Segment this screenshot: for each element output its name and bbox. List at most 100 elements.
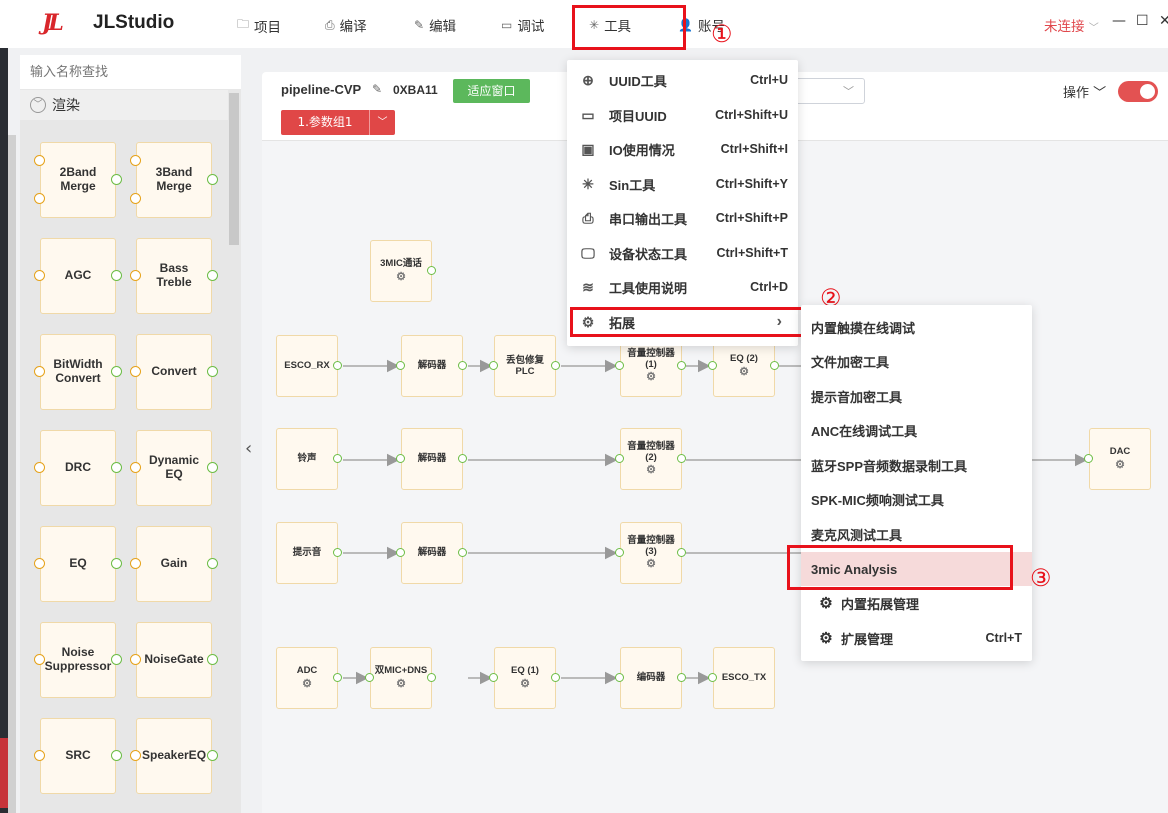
pipeline-node-enc[interactable]: 编码器 (620, 647, 682, 709)
input-port-icon[interactable] (130, 558, 141, 569)
input-port-icon[interactable] (615, 361, 624, 370)
output-port-icon[interactable] (111, 750, 122, 761)
component-block[interactable]: AGC (40, 238, 116, 314)
input-port-icon[interactable] (130, 462, 141, 473)
input-port-icon[interactable] (615, 673, 624, 682)
component-block[interactable]: SpeakerEQ (136, 718, 212, 794)
gear-icon[interactable]: ⚙ (739, 366, 749, 379)
output-port-icon[interactable] (111, 174, 122, 185)
operation-toggle[interactable] (1118, 81, 1158, 102)
input-port-icon[interactable] (396, 548, 405, 557)
input-port-icon[interactable] (130, 270, 141, 281)
pipeline-node-esco-rx[interactable]: ESCO_RX (276, 335, 338, 397)
collapse-sidebar-icon[interactable]: ‹ (245, 438, 252, 459)
input-port-icon[interactable] (615, 454, 624, 463)
output-port-icon[interactable] (207, 174, 218, 185)
input-port-icon[interactable] (34, 654, 45, 665)
menu-compile[interactable]: ⎙ 编译 (325, 15, 367, 36)
component-block[interactable]: SRC (40, 718, 116, 794)
chevron-down-icon[interactable]: ﹀ (369, 110, 395, 135)
tools-menu-item[interactable]: ▭ 项目UUID Ctrl+Shift+U (567, 98, 798, 132)
pipeline-node-adc[interactable]: ADC ⚙ (276, 647, 338, 709)
input-port-icon[interactable] (34, 366, 45, 377)
input-port-icon[interactable] (396, 454, 405, 463)
gear-icon[interactable]: ⚙ (646, 558, 656, 571)
input-port-icon[interactable] (34, 270, 45, 281)
tools-menu-item[interactable]: 🖵 设备状态工具 Ctrl+Shift+T (567, 236, 798, 270)
output-port-icon[interactable] (333, 548, 342, 557)
output-port-icon[interactable] (207, 366, 218, 377)
pipeline-node-dec3[interactable]: 解码器 (401, 522, 463, 584)
pencil-icon[interactable]: ✎ (372, 82, 382, 96)
category-render[interactable]: ﹀ 渲染 (20, 90, 228, 120)
extend-menu-item[interactable]: 蓝牙SPP音频数据录制工具 (801, 448, 1032, 482)
output-port-icon[interactable] (111, 462, 122, 473)
gear-icon[interactable]: ⚙ (646, 464, 656, 477)
tools-menu-item[interactable]: ≋ 工具使用说明 Ctrl+D (567, 270, 798, 304)
tools-menu-item[interactable]: ▣ IO使用情况 Ctrl+Shift+I (567, 132, 798, 166)
extend-menu-item[interactable]: 内置触摸在线调试 (801, 310, 1032, 344)
maximize-button[interactable]: ☐ (1136, 13, 1149, 29)
param-group-button[interactable]: 1.参数组1 ﹀ (281, 110, 395, 135)
input-port-icon[interactable] (615, 548, 624, 557)
component-search-input[interactable] (20, 55, 241, 89)
pipeline-node-mic3[interactable]: 3MIC通话 ⚙ (370, 240, 432, 302)
input-port-icon[interactable] (34, 155, 45, 166)
menu-project[interactable]: 🗀 项目 (237, 15, 281, 36)
pipeline-node-vol3[interactable]: 音量控制器 (3) ⚙ (620, 522, 682, 584)
input-port-icon[interactable] (489, 673, 498, 682)
pipeline-node-eq1[interactable]: EQ (1) ⚙ (494, 647, 556, 709)
connection-status[interactable]: 未连接 ﹀ (1044, 15, 1099, 35)
gear-icon[interactable]: ⚙ (396, 271, 406, 284)
tools-menu-item[interactable]: ⊕ UUID工具 Ctrl+U (567, 63, 798, 97)
component-block[interactable]: BitWidth Convert (40, 334, 116, 410)
output-port-icon[interactable] (207, 558, 218, 569)
input-port-icon[interactable] (1084, 454, 1093, 463)
pipeline-node-dec1[interactable]: 解码器 (401, 335, 463, 397)
output-port-icon[interactable] (333, 454, 342, 463)
tools-menu-item[interactable]: ✳ Sin工具 Ctrl+Shift+Y (567, 167, 798, 201)
component-block[interactable]: Bass Treble (136, 238, 212, 314)
gear-icon[interactable]: ⚙ (646, 371, 656, 384)
input-port-icon[interactable] (708, 361, 717, 370)
output-port-icon[interactable] (677, 548, 686, 557)
sidebar-scrollbar[interactable] (229, 93, 239, 245)
pipeline-node-dac[interactable]: DAC ⚙ (1089, 428, 1151, 490)
pipeline-node-vol2[interactable]: 音量控制器 (2) ⚙ (620, 428, 682, 490)
output-port-icon[interactable] (111, 366, 122, 377)
input-port-icon[interactable] (130, 654, 141, 665)
pipeline-node-esco-tx[interactable]: ESCO_TX (713, 647, 775, 709)
input-port-icon[interactable] (365, 673, 374, 682)
input-port-icon[interactable] (34, 750, 45, 761)
extend-menu-item[interactable]: ⚙ 内置拓展管理 (801, 586, 1032, 620)
component-block[interactable]: 2Band Merge (40, 142, 116, 218)
input-port-icon[interactable] (34, 558, 45, 569)
input-port-icon[interactable] (130, 750, 141, 761)
gear-icon[interactable]: ⚙ (1115, 459, 1125, 472)
output-port-icon[interactable] (677, 673, 686, 682)
output-port-icon[interactable] (458, 454, 467, 463)
pipeline-node-ring[interactable]: 铃声 (276, 428, 338, 490)
output-port-icon[interactable] (207, 750, 218, 761)
output-port-icon[interactable] (427, 266, 436, 275)
component-block[interactable]: NoiseGate (136, 622, 212, 698)
gear-icon[interactable]: ⚙ (396, 678, 406, 691)
output-port-icon[interactable] (458, 361, 467, 370)
output-port-icon[interactable] (333, 361, 342, 370)
operation-dropdown[interactable]: 操作 ﹀ (1063, 82, 1106, 101)
output-port-icon[interactable] (207, 270, 218, 281)
output-port-icon[interactable] (551, 361, 560, 370)
component-block[interactable]: DRC (40, 430, 116, 506)
output-port-icon[interactable] (333, 673, 342, 682)
extend-menu-item[interactable]: 提示音加密工具 (801, 379, 1032, 413)
pipeline-node-dns[interactable]: 双MIC+DNS ⚙ (370, 647, 432, 709)
component-block[interactable]: EQ (40, 526, 116, 602)
output-port-icon[interactable] (207, 654, 218, 665)
extend-menu-item[interactable]: ⚙ 扩展管理 Ctrl+T (801, 621, 1032, 655)
input-port-icon[interactable] (130, 193, 141, 204)
output-port-icon[interactable] (458, 548, 467, 557)
extend-menu-item[interactable]: SPK-MIC频响测试工具 (801, 482, 1032, 516)
output-port-icon[interactable] (427, 673, 436, 682)
component-block[interactable]: Convert (136, 334, 212, 410)
output-port-icon[interactable] (551, 673, 560, 682)
